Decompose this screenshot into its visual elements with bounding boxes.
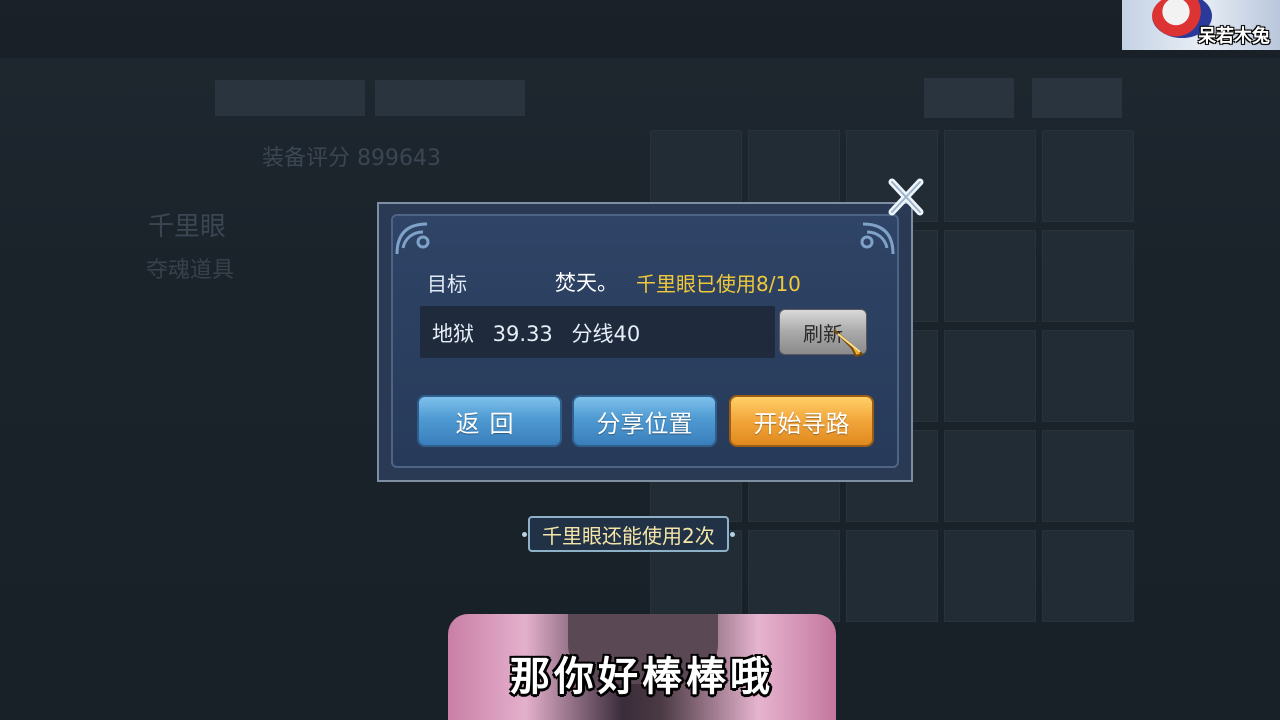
inventory-cell: [1042, 230, 1134, 322]
background-tabs: [215, 80, 525, 116]
background-button: [924, 78, 1014, 118]
item-title: 千里眼: [148, 212, 227, 242]
streamer-name: 呆若木兔: [1198, 26, 1270, 47]
background-button: [1032, 78, 1122, 118]
remaining-uses-badge: 千里眼还能使用2次: [522, 516, 735, 552]
corner-ornament-icon: [395, 222, 430, 255]
inventory-cell: [944, 430, 1036, 522]
inventory-cell: [944, 130, 1036, 222]
sticker-caption: 那你好棒棒哦: [510, 654, 774, 700]
inventory-cell: [1042, 530, 1134, 622]
inventory-cell: [944, 330, 1036, 422]
background-tab: [375, 80, 525, 116]
inventory-cell: [748, 530, 840, 622]
back-button[interactable]: 返回: [417, 395, 562, 447]
top-bar: [0, 0, 1280, 58]
share-location-button[interactable]: 分享位置: [572, 395, 717, 447]
inventory-cell: [1042, 130, 1134, 222]
inventory-cell: [1042, 330, 1134, 422]
item-subtitle: 夺魂道具: [146, 258, 235, 283]
usage-count-text: 千里眼已使用8/10: [636, 272, 801, 296]
inventory-cell: [944, 530, 1036, 622]
corner-ornament-icon: [860, 222, 895, 255]
start-pathfinding-button[interactable]: 开始寻路: [729, 395, 874, 447]
pointer-cursor-icon: [833, 329, 864, 358]
inventory-cell: [944, 230, 1036, 322]
inventory-cell: [846, 530, 938, 622]
reaction-sticker: 那你好棒棒哦: [448, 614, 836, 720]
inventory-cell: [1042, 430, 1134, 522]
location-text: 地狱 39.33 分线40: [432, 322, 641, 346]
background-tab: [215, 80, 365, 116]
equipment-score: 装备评分 899643: [262, 146, 441, 171]
streamer-cam: 呆若木兔: [1122, 0, 1280, 50]
close-icon[interactable]: [884, 176, 926, 218]
target-name: 焚天。: [555, 271, 618, 295]
target-label: 目标: [427, 272, 467, 296]
